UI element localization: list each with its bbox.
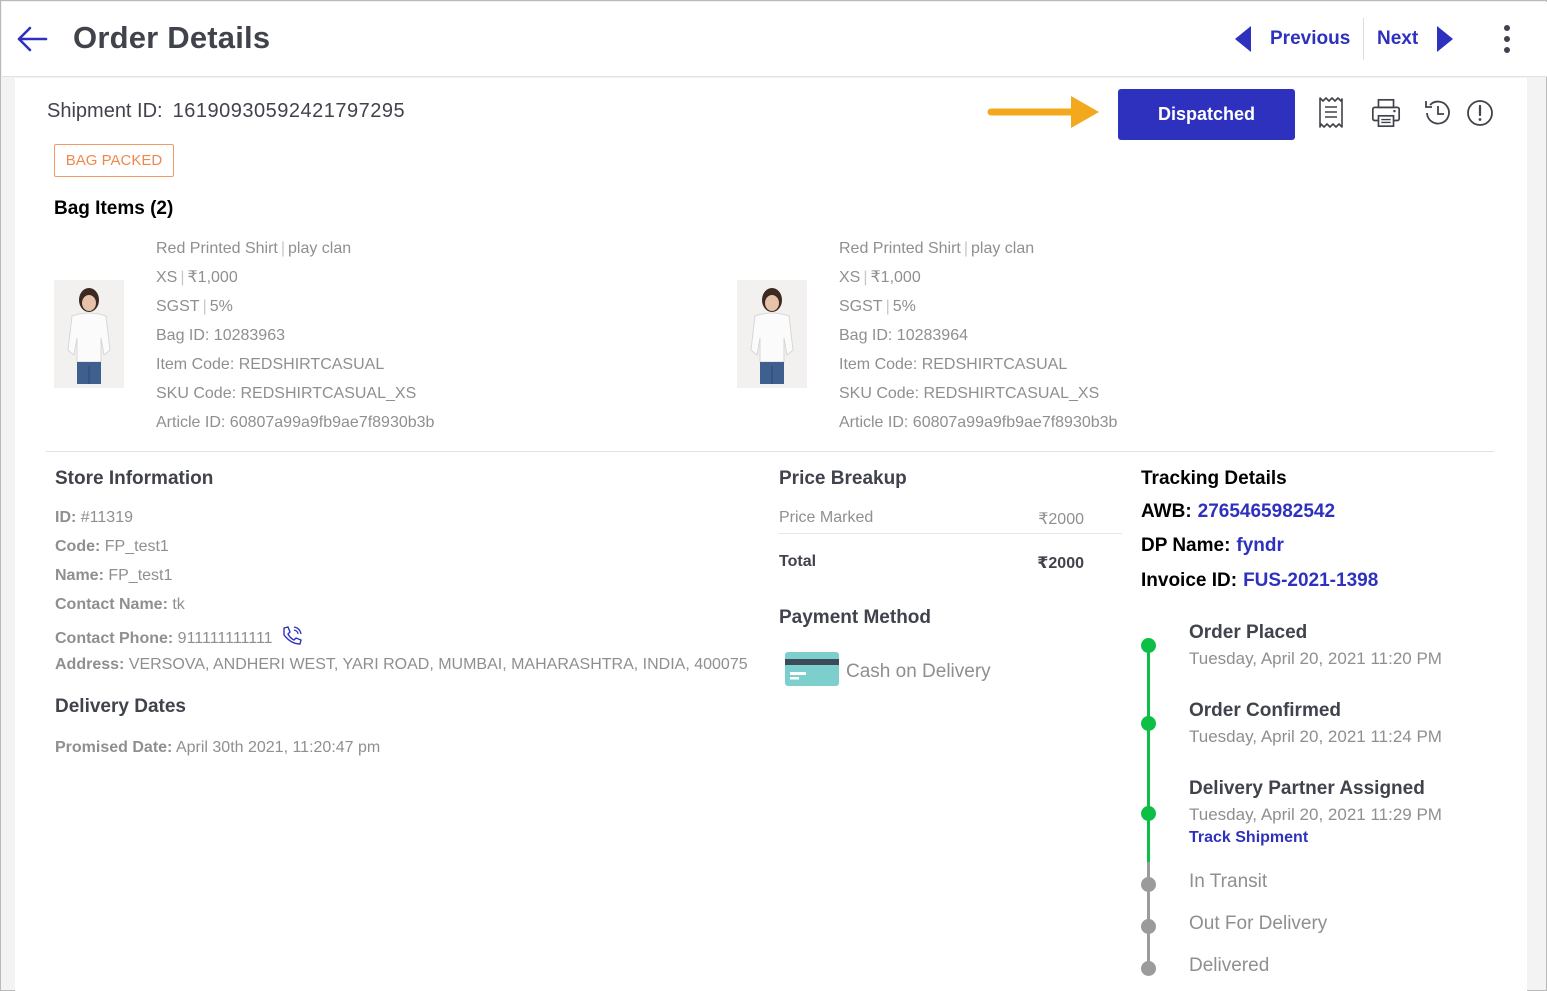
timeline-dot-pending [1141, 961, 1156, 976]
dp-name-row: DP Name: fyndr [1141, 535, 1284, 556]
payment-method-value: Cash on Delivery [846, 661, 991, 682]
item-bag-id: Bag ID: 10283963 [156, 327, 285, 344]
shipment-id-value: 16190930592421797295 [172, 100, 406, 122]
item-sku-code: SKU Code: REDSHIRTCASUAL_XS [156, 385, 417, 402]
timeline-dot-pending [1141, 877, 1156, 892]
item-name: Red Printed Shirt [156, 240, 278, 257]
awb-row: AWB: 2765465982542 [1141, 501, 1336, 522]
item-tax-name: SGST [839, 298, 883, 315]
next-label: Next [1377, 28, 1419, 49]
store-info-title: Store Information [55, 468, 214, 489]
credit-card-icon [785, 652, 839, 686]
item-tax-rate: 5% [892, 298, 916, 315]
item-name: Red Printed Shirt [839, 240, 961, 257]
item-brand: play clan [971, 240, 1035, 257]
info-icon[interactable] [1464, 96, 1496, 130]
phone-icon[interactable] [281, 625, 303, 645]
item-brand: play clan [288, 240, 352, 257]
price-total-row: Total ₹2000 [779, 553, 1084, 573]
timeline-order-placed: Order Placed [1189, 622, 1308, 643]
timeline-partner-assigned: Delivery Partner Assigned [1189, 778, 1425, 799]
price-divider [779, 533, 1122, 534]
timeline-order-placed-time: Tuesday, April 20, 2021 11:20 PM [1189, 649, 1442, 668]
product-thumbnail[interactable] [54, 280, 124, 388]
item-price: ₹1,000 [870, 269, 921, 286]
store-name: Name: FP_test1 [55, 567, 173, 584]
tracking-details-title: Tracking Details [1141, 468, 1287, 489]
promised-date: Promised Date: April 30th 2021, 11:20:47… [55, 739, 381, 756]
price-total-value: ₹2000 [1037, 555, 1084, 572]
price-marked-row: Price Marked ₹2000 [779, 509, 1084, 529]
item-article-id: Article ID: 60807a99a9fb9ae7f8930b3b [156, 414, 435, 431]
receipt-icon[interactable] [1315, 96, 1347, 130]
triangle-right-icon [1437, 26, 1454, 52]
dispatched-button[interactable]: Dispatched [1118, 89, 1295, 140]
item-tax-name: SGST [156, 298, 200, 315]
bag-items-title: Bag Items (2) [54, 198, 174, 219]
shipment-id-label: Shipment ID: [47, 100, 163, 122]
item-details: Red Printed Shirt | play clan XS | ₹1,000 SG… [839, 239, 1359, 442]
previous-label: Previous [1270, 28, 1351, 49]
app-frame: Order Details Previous Next Shipment ID:… [0, 0, 1547, 991]
item-size: XS [839, 269, 861, 286]
price-breakup-title: Price Breakup [779, 468, 907, 489]
kebab-menu-icon[interactable] [1499, 24, 1515, 54]
timeline-dot-pending [1141, 919, 1156, 934]
timeline-delivered: Delivered [1189, 955, 1270, 976]
store-contact-phone: Contact Phone: 911111111111 [55, 625, 303, 648]
shipment-id-row: Shipment ID: 16190930592421797295 [47, 100, 405, 123]
item-code: Item Code: REDSHIRTCASUAL [156, 356, 385, 373]
timeline-in-transit: In Transit [1189, 871, 1268, 892]
invoice-link[interactable]: FUS-2021-1398 [1243, 570, 1378, 591]
next-button[interactable]: Next [1377, 22, 1454, 56]
history-icon[interactable] [1422, 96, 1454, 130]
item-tax-rate: 5% [209, 298, 233, 315]
invoice-row: Invoice ID: FUS-2021-1398 [1141, 570, 1379, 591]
track-shipment-link[interactable]: Track Shipment [1189, 829, 1308, 847]
item-bag-id: Bag ID: 10283964 [839, 327, 968, 344]
timeline-order-confirmed-time: Tuesday, April 20, 2021 11:24 PM [1189, 727, 1442, 746]
timeline-dot-done [1141, 716, 1156, 731]
store-code: Code: FP_test1 [55, 538, 169, 555]
dp-name-value: fyndr [1236, 535, 1284, 556]
timeline-dot-done [1141, 806, 1156, 821]
nav-divider [1363, 18, 1364, 60]
item-code: Item Code: REDSHIRTCASUAL [839, 356, 1068, 373]
back-arrow-icon[interactable] [16, 24, 48, 54]
store-address: Address: VERSOVA, ANDHERI WEST, YARI ROA… [55, 656, 748, 673]
header-bar: Order Details Previous Next [2, 2, 1547, 77]
timeline-dot-done [1141, 638, 1156, 653]
previous-button[interactable]: Previous [1234, 22, 1350, 56]
price-total-label: Total [779, 553, 817, 570]
printer-icon[interactable] [1370, 96, 1402, 130]
item-size: XS [156, 269, 178, 286]
page-title: Order Details [73, 20, 271, 55]
item-sku-code: SKU Code: REDSHIRTCASUAL_XS [839, 385, 1100, 402]
section-divider [46, 451, 1494, 452]
price-marked-label: Price Marked [779, 509, 874, 526]
delivery-dates-title: Delivery Dates [55, 696, 186, 717]
store-id: ID: #11319 [55, 509, 133, 526]
product-thumbnail[interactable] [737, 280, 807, 388]
order-card: Shipment ID: 16190930592421797295 BAG PAC… [15, 78, 1527, 991]
triangle-left-icon [1235, 26, 1251, 52]
item-article-id: Article ID: 60807a99a9fb9ae7f8930b3b [839, 414, 1118, 431]
timeline-bar-done [1147, 646, 1150, 862]
awb-link[interactable]: 2765465982542 [1198, 501, 1335, 522]
payment-method-title: Payment Method [779, 607, 932, 628]
store-contact-name: Contact Name: tk [55, 596, 185, 613]
timeline-partner-assigned-time: Tuesday, April 20, 2021 11:29 PM [1189, 805, 1442, 824]
timeline-out-for-delivery: Out For Delivery [1189, 913, 1328, 934]
item-details: Red Printed Shirt | play clan XS | ₹1,000 SG… [156, 239, 676, 442]
item-price: ₹1,000 [187, 269, 238, 286]
price-marked-value: ₹2000 [1038, 511, 1084, 528]
status-badge: BAG PACKED [54, 144, 174, 177]
annotation-arrow-icon [987, 96, 1099, 128]
timeline-order-confirmed: Order Confirmed [1189, 700, 1342, 721]
